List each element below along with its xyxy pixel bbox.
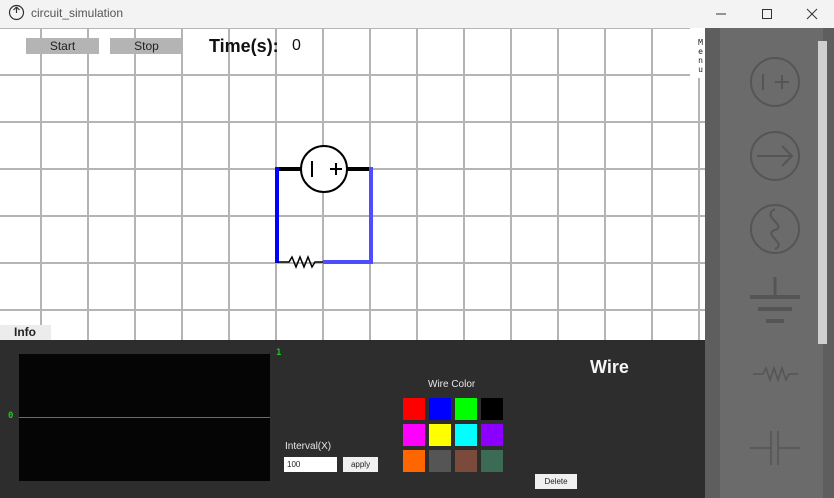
ground-icon[interactable] (748, 275, 802, 329)
wire-color-swatch[interactable] (429, 398, 451, 420)
interval-input[interactable] (284, 457, 337, 472)
apply-button[interactable]: apply (343, 457, 378, 472)
minimize-icon (716, 13, 726, 15)
component-palette (705, 28, 834, 498)
capacitor-icon[interactable] (748, 428, 802, 468)
maximize-button[interactable] (744, 0, 790, 28)
wire-color-swatch[interactable] (429, 450, 451, 472)
dc-source-icon[interactable] (748, 55, 802, 109)
scope-zero-label: 0 (8, 411, 14, 421)
scope-max-label: 1 (276, 348, 282, 358)
wire-color-swatch[interactable] (455, 424, 477, 446)
selected-component-title: Wire (590, 357, 629, 377)
wire-color-swatch[interactable] (455, 398, 477, 420)
wire-color-swatch[interactable] (429, 424, 451, 446)
palette-scrollbar[interactable] (818, 41, 827, 344)
oscilloscope-trace (19, 417, 270, 418)
wire-color-swatch[interactable] (403, 398, 425, 420)
wire-color-label: Wire Color (428, 379, 476, 390)
circuit-canvas[interactable]: Start Stop Time(s): 0 Menu (0, 28, 705, 340)
resistor[interactable] (277, 254, 323, 270)
properties-panel: 1 0 Interval(X) apply Wire Color Wire De… (0, 340, 705, 498)
info-tab[interactable]: Info (0, 325, 51, 340)
delete-button[interactable]: Delete (535, 474, 577, 489)
minimize-button[interactable] (698, 0, 744, 28)
oscilloscope-display (19, 354, 270, 481)
close-button[interactable] (789, 0, 834, 28)
wire-color-swatch[interactable] (481, 398, 503, 420)
resistor-icon[interactable] (748, 362, 802, 386)
wire-color-swatch[interactable] (455, 450, 477, 472)
current-source-icon[interactable] (748, 129, 802, 183)
wire-color-swatch[interactable] (481, 424, 503, 446)
palette-list (720, 28, 823, 498)
window-title: circuit_simulation (31, 6, 124, 20)
dc-voltage-source[interactable] (300, 145, 348, 193)
interval-label: Interval(X) (285, 441, 332, 452)
circuit-drawing (275, 145, 373, 270)
close-icon (806, 8, 818, 20)
wire-color-swatch[interactable] (403, 450, 425, 472)
wire-color-swatch[interactable] (403, 424, 425, 446)
title-bar: circuit_simulation (0, 0, 834, 28)
wire-color-swatch[interactable] (481, 450, 503, 472)
app-icon (8, 4, 25, 21)
ac-source-icon[interactable] (748, 202, 802, 256)
maximize-icon (762, 9, 772, 19)
